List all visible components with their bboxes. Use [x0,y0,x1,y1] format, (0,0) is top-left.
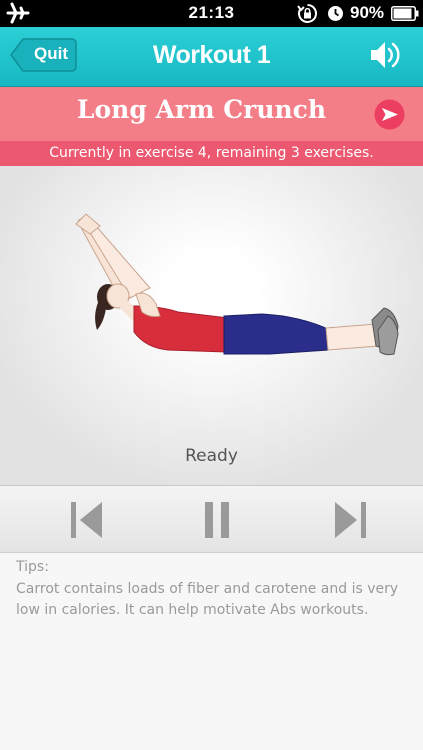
tips-heading: Tips: [16,559,49,575]
quit-label: Quit [34,44,68,63]
page-title: Workout 1 [152,41,271,69]
tips-text: Carrot contains loads of fiber and carot… [16,581,399,618]
pause-icon[interactable] [197,500,237,540]
battery-percentage: 90% [350,3,385,22]
alarm-icon [328,6,343,21]
rotation-lock-icon [297,4,317,23]
state-label: Ready [185,446,238,466]
skip-previous-icon[interactable] [66,500,106,540]
exercise-header: Long Arm Crunch [0,87,423,141]
status-bar: 21:13 90% [0,0,423,27]
exercise-name: Long Arm Crunch [76,95,327,124]
tips-section: Tips: Carrot contains loads of fiber and… [0,553,423,750]
skip-next-icon[interactable] [331,500,371,540]
playback-controls [0,486,423,553]
exercise-illustration-area: Ready [0,166,423,486]
exercise-progress-text: Currently in exercise 4, remaining 3 exe… [0,141,423,166]
navigation-bar: Quit Workout 1 [0,27,423,87]
battery-icon [391,6,419,21]
quit-button[interactable]: Quit [10,37,77,73]
long-arm-crunch-illustration [75,213,399,356]
speaker-icon[interactable] [369,39,403,71]
play-arrow-icon[interactable] [374,99,405,130]
